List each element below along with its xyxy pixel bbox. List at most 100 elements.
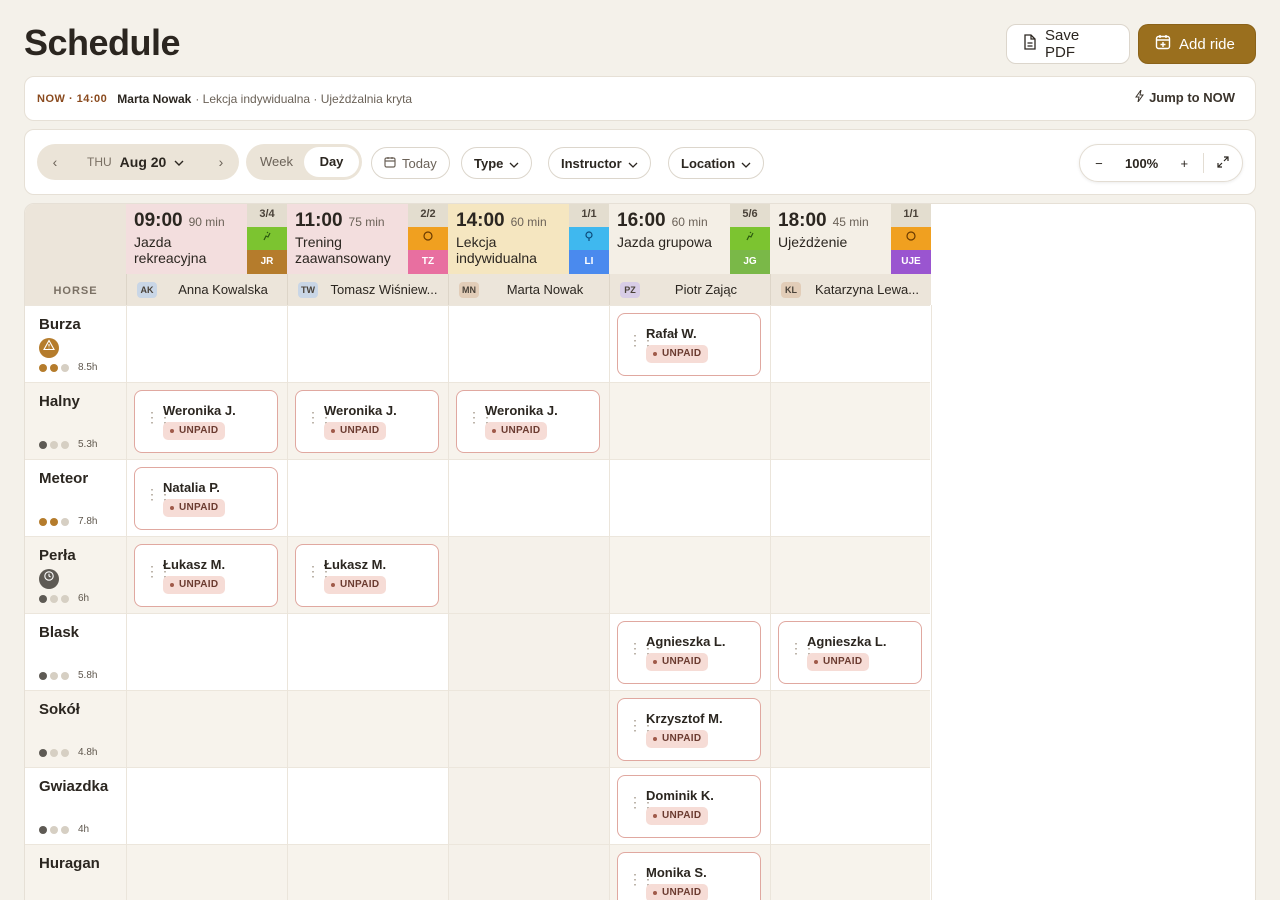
jump-to-now-label: Jump to NOW [1149,90,1235,105]
drag-handle-icon[interactable]: ⋮⋮ [145,564,172,578]
horse-cell[interactable]: Burza 8.5h [25,306,126,383]
slot-time: 16:00 [617,210,666,231]
rider-name: Łukasz M. [324,557,387,572]
calendar-icon [384,156,396,171]
chevron-down-icon [174,153,184,171]
zoom-out-button[interactable]: − [1080,156,1118,171]
slot-header[interactable]: 09:00 90 min Jazda rekreacyjna 3/4 JR [126,204,287,274]
column-divider [609,305,610,900]
drag-handle-icon[interactable]: ⋮⋮ [628,872,655,886]
drag-handle-icon[interactable]: ⋮⋮ [628,641,655,655]
slot-header[interactable]: 18:00 45 min Ujeżdżenie 1/1 UJE [770,204,931,274]
status-badge: UNPAID [646,653,709,671]
save-pdf-button[interactable]: Save PDF [1006,24,1130,64]
chevron-right-icon[interactable]: › [203,154,239,170]
status-badge: UNPAID [485,422,548,440]
slot-duration: 60 min [671,215,708,229]
rider-name: Rafał W. [646,326,697,341]
horse-name: Gwiazdka [39,778,109,795]
booking-card[interactable]: ⋮⋮ Agnieszka L. UNPAID [617,621,761,684]
slot-main: 16:00 60 min Jazda grupowa [609,204,730,274]
instructor-header: TW Tomasz Wiśniew... [287,274,448,305]
type-filter-label: Type [474,155,504,171]
type-filter[interactable]: Type [461,147,533,179]
booking-card[interactable]: ⋮⋮ Weronika J. UNPAID [295,390,439,453]
slot-name: Jazda rekreacyjna [134,234,207,266]
booking-card[interactable]: ⋮⋮ Łukasz M. UNPAID [295,544,439,607]
drag-handle-icon[interactable]: ⋮⋮ [145,487,172,501]
instructor-name: Katarzyna Lewa... [814,282,920,297]
date-picker[interactable]: ‹ THU Aug 20 › [37,144,239,180]
drag-handle-icon[interactable]: ⋮⋮ [306,564,333,578]
expand-icon[interactable] [1204,155,1242,171]
zoom-control: − 100% + [1079,144,1243,182]
view-day-tab[interactable]: Day [304,147,359,177]
jump-to-now-button[interactable]: Jump to NOW [1135,89,1235,105]
drag-handle-icon[interactable]: ⋮⋮ [789,641,816,655]
booking-card[interactable]: ⋮⋮ Weronika J. UNPAID [456,390,600,453]
add-ride-button[interactable]: Add ride [1138,24,1256,64]
booking-card[interactable]: ⋮⋮ Krzysztof M. UNPAID [617,698,761,761]
horse-cell[interactable]: Gwiazdka 4h [25,768,126,845]
slot-time: 11:00 [295,210,343,231]
rider-name: Monika S. [646,865,707,880]
current-date: Aug 20 [119,154,167,170]
page-title: Schedule [24,22,181,63]
horse-meta: 6h [39,593,89,604]
slot-time: 14:00 [456,210,505,231]
slot-time-line: 11:00 75 min [295,210,400,232]
horse-cell[interactable]: Huragan6.5h [25,845,126,900]
rider-name: Dominik K. [646,788,714,803]
horse-cell[interactable]: Halny 5.3h [25,383,126,460]
slot-capacity: 1/1 [891,204,931,227]
booking-card[interactable]: ⋮⋮ Dominik K. UNPAID [617,775,761,838]
location-filter[interactable]: Location [668,147,765,179]
dressage-icon [247,227,287,250]
view-week-tab[interactable]: Week [249,147,304,177]
zoom-in-button[interactable]: + [1165,156,1203,171]
booking-card[interactable]: ⋮⋮ Agnieszka L. UNPAID [778,621,922,684]
drag-handle-icon[interactable]: ⋮⋮ [628,333,655,347]
booking-card[interactable]: ⋮⋮ Łukasz M. UNPAID [134,544,278,607]
slot-name: Jazda grupowa [617,234,712,250]
slot-header[interactable]: 16:00 60 min Jazda grupowa 5/6 JG [609,204,770,274]
table-row: Huragan6.5h [25,844,930,900]
drag-handle-icon[interactable]: ⋮⋮ [145,410,172,424]
horse-cell[interactable]: Meteor 7.8h [25,460,126,537]
status-badge: UNPAID [646,345,709,363]
level-dot [50,440,58,449]
level-dot [39,748,47,757]
level-dot [39,594,47,603]
drag-handle-icon[interactable]: ⋮⋮ [467,410,494,424]
document-icon [1023,34,1037,54]
booking-card[interactable]: ⋮⋮ Monika S. UNPAID [617,852,761,900]
booking-card[interactable]: ⋮⋮ Rafał W. UNPAID [617,313,761,376]
horse-hours: 7.8h [78,516,98,527]
booking-card[interactable]: ⋮⋮ Natalia P. UNPAID [134,467,278,530]
today-button[interactable]: Today [371,147,450,179]
horse-column-header: HORSE [25,204,126,305]
chevron-left-icon[interactable]: ‹ [37,154,73,170]
instructor-name: Piotr Zając [674,282,738,297]
column-divider [448,305,449,900]
horse-cell[interactable]: Perła 6h [25,537,126,614]
horse-cell[interactable]: Sokół 4.8h [25,691,126,768]
day-of-week: THU [87,155,112,169]
slot-time-line: 14:00 60 min [456,210,561,232]
drag-handle-icon[interactable]: ⋮⋮ [628,795,655,809]
drag-handle-icon[interactable]: ⋮⋮ [628,718,655,732]
slot-initials: JG [730,250,770,274]
status-badge: UNPAID [807,653,870,671]
horse-meta: 4h [39,824,89,835]
instructor-filter[interactable]: Instructor [548,147,651,179]
drag-handle-icon[interactable]: ⋮⋮ [306,410,333,424]
level-dot [39,517,47,526]
booking-card[interactable]: ⋮⋮ Weronika J. UNPAID [134,390,278,453]
horse-cell[interactable]: Blask 5.8h [25,614,126,691]
level-dot [61,363,69,372]
level-dot [39,363,47,372]
slot-header[interactable]: 11:00 75 min Trening zaawansowany 2/2 TZ [287,204,448,274]
slot-header[interactable]: 14:00 60 min Lekcja indywidualna 1/1 LI [448,204,609,274]
rider-name: Łukasz M. [163,557,226,572]
slot-capacity: 5/6 [730,204,770,227]
